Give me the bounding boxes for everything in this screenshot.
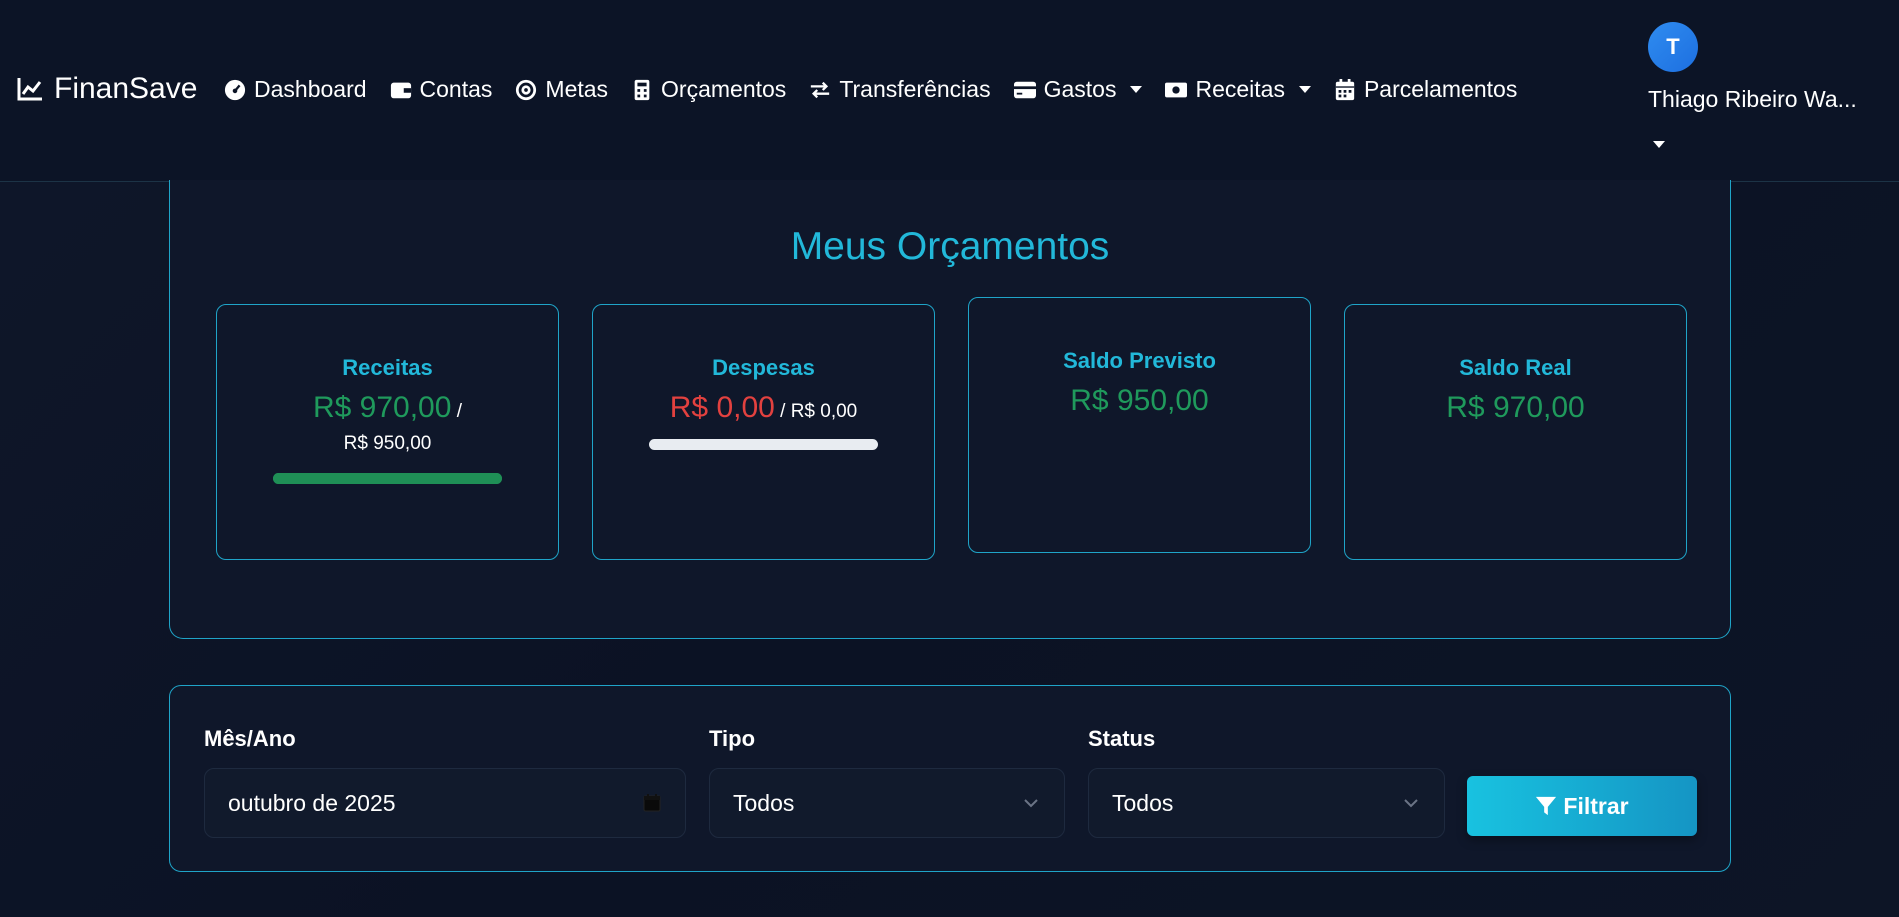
card-title: Receitas [342,355,433,380]
card-amount-line: R$ 950,00 [969,384,1310,418]
nav-item-dashboard[interactable]: Dashboard [224,76,367,103]
calendar-icon[interactable] [642,793,662,813]
filter-button[interactable]: Filtrar [1467,776,1697,836]
filter-icon [1536,796,1557,816]
progress-bar [649,439,878,450]
nav-item-gastos[interactable]: Gastos [1013,76,1143,103]
nav-item-metas[interactable]: Metas [515,76,608,103]
page-title: Meus Orçamentos [790,225,1110,268]
user-name[interactable]: Thiago Ribeiro Wa... [1648,86,1888,113]
nav-label-receitas: Receitas [1195,76,1285,102]
nav-label-gastos: Gastos [1043,76,1117,102]
gauge-icon [224,79,246,100]
card-saldo-real: Saldo Real R$ 970,00 [1344,304,1687,560]
nav-item-receitas[interactable]: Receitas [1165,76,1311,103]
money-bill-icon [1165,82,1188,97]
calculator-icon [634,79,650,100]
chevron-down-icon [1404,799,1418,808]
card-amount-line: R$ 0,00 / R$ 0,00 [593,391,934,425]
card-title: Despesas [712,355,815,380]
type-select[interactable]: Todos [709,768,1065,838]
card-despesas: Despesas R$ 0,00 / R$ 0,00 [592,304,935,560]
month-label: Mês/Ano [204,726,296,751]
brand-label: FinanSave [54,72,198,105]
nav-item-parcelamentos[interactable]: Parcelamentos [1334,76,1517,103]
card-target: R$ 950,00 [343,433,432,454]
nav-item-contas[interactable]: Contas [390,76,493,103]
nav-item-orcamentos[interactable]: Orçamentos [631,76,786,103]
card-title: Saldo Previsto [1063,348,1216,373]
type-value: Todos [733,789,795,816]
chevron-down-icon [1130,86,1143,93]
exchange-icon [811,81,830,98]
nav-label-transferencias: Transferências [839,76,991,102]
credit-card-icon [1013,81,1036,98]
nav-label-dashboard: Dashboard [254,76,367,102]
target-icon [516,79,537,100]
nav-label-contas: Contas [419,76,493,102]
filter-button-label: Filtrar [1563,792,1629,819]
wallet-icon [390,82,411,98]
nav-label-metas: Metas [545,76,609,102]
card-amount-line: R$ 970,00 [1345,391,1686,425]
month-value: outubro de 2025 [228,789,396,816]
card-amount: R$ 970,00 [312,391,452,424]
amount-separator: / [780,401,786,422]
navbar: FinanSave Dashboard Contas Metas Orçamen… [0,0,1899,182]
card-amount: R$ 0,00 [669,391,775,424]
progress-fill [273,473,502,484]
user-menu[interactable]: T Thiago Ribeiro Wa... [1648,22,1888,148]
progress-bar [273,473,502,484]
card-amount: R$ 950,00 [1070,384,1209,417]
status-value: Todos [1112,789,1174,816]
card-saldo-previsto: Saldo Previsto R$ 950,00 [968,297,1311,553]
nav-label-orcamentos: Orçamentos [661,76,787,102]
status-select[interactable]: Todos [1088,768,1445,838]
status-label: Status [1088,726,1156,751]
nav-menu: Dashboard Contas Metas Orçamentos Transf… [224,76,1517,103]
chart-line-icon [17,78,42,101]
avatar[interactable]: T [1648,22,1698,72]
amount-separator: / [456,401,462,422]
chevron-down-icon [1298,86,1311,93]
budget-panel: Meus Orçamentos Receitas R$ 970,00 / R$ … [169,180,1731,639]
chevron-down-icon[interactable] [1653,141,1665,148]
card-amount-line: R$ 970,00 / [217,391,558,425]
calendar-icon [1335,78,1355,100]
card-target: R$ 0,00 [790,401,858,422]
card-receitas: Receitas R$ 970,00 / R$ 950,00 [216,304,559,560]
nav-item-transferencias[interactable]: Transferências [809,76,991,103]
card-title: Saldo Real [1459,355,1572,380]
brand[interactable]: FinanSave [16,72,197,106]
chevron-down-icon [1024,799,1038,808]
month-input[interactable]: outubro de 2025 [204,768,686,838]
filter-panel: Mês/Ano outubro de 2025 Tipo Todos Statu… [169,685,1731,872]
card-amount: R$ 970,00 [1446,391,1585,424]
nav-label-parcelamentos: Parcelamentos [1363,76,1518,102]
type-label: Tipo [709,726,756,751]
